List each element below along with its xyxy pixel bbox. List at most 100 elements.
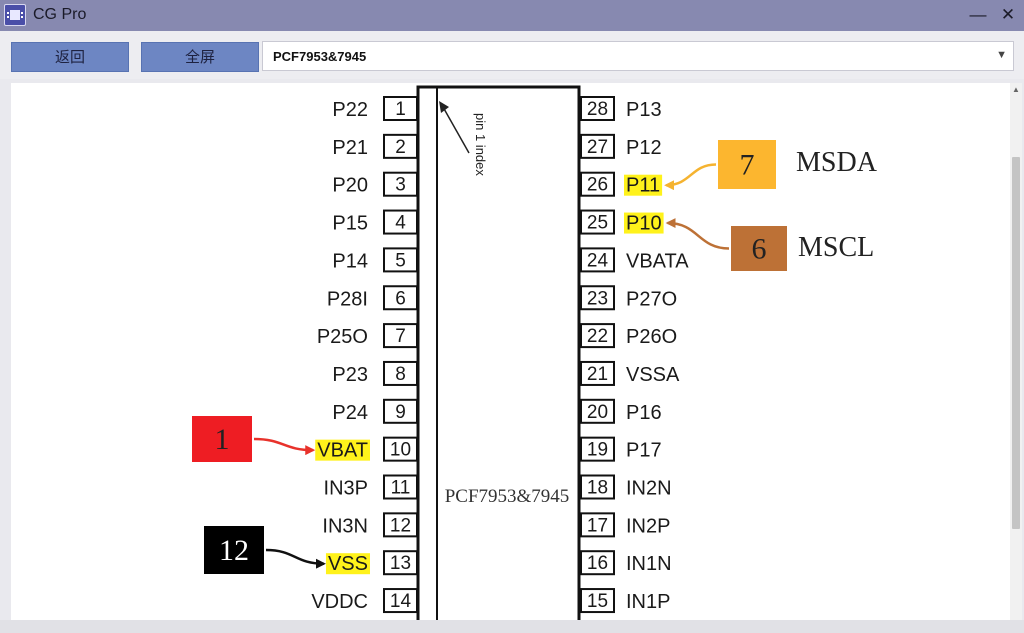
pin-label: P10 <box>626 213 662 235</box>
callout-7: 7 MSDA <box>664 140 878 191</box>
pin-number: 10 <box>390 440 411 461</box>
pin-11: 11 IN3P <box>324 474 418 500</box>
pin-label: P16 <box>626 402 662 424</box>
pin-label: IN3N <box>322 515 368 537</box>
pin-number: 2 <box>395 137 406 158</box>
pin-number: 6 <box>395 288 406 309</box>
pin-number: 4 <box>395 213 406 234</box>
pin-number: 3 <box>395 175 406 196</box>
pin-14: 14 VDDC <box>311 588 418 614</box>
pin-label: P21 <box>332 137 368 159</box>
pin-label: P15 <box>332 213 368 235</box>
pin-number: 1 <box>395 99 406 120</box>
pin-1: 1 P22 <box>332 96 418 121</box>
scrollbar-thumb[interactable] <box>1012 157 1020 529</box>
pin-number: 11 <box>391 478 411 499</box>
pin-number: 22 <box>587 326 608 347</box>
chip-model-value: PCF7953&7945 <box>273 49 367 64</box>
pin-label: P13 <box>626 99 662 121</box>
pin-number: 5 <box>395 250 406 271</box>
pin-2: 2 P21 <box>332 133 418 159</box>
pin-label: P28I <box>327 288 368 310</box>
pin1-index-note: pin 1 index <box>473 113 488 176</box>
minimize-button[interactable]: — <box>966 4 990 26</box>
pin-label: P25O <box>317 326 368 348</box>
app-chip-icon <box>4 4 26 26</box>
pin-number: 7 <box>395 326 406 347</box>
pin-label: P12 <box>626 137 662 159</box>
pin-8: 8 P23 <box>332 360 418 386</box>
pin-15: 15 IN1P <box>580 588 670 614</box>
pin-number: 18 <box>587 478 608 499</box>
pin-label: P24 <box>332 402 368 424</box>
pin-number: 16 <box>587 553 608 574</box>
pinout-diagram: PCF7953&7945 pin 1 index 1 P22 2 P21 3 P20 4 P1… <box>192 85 878 620</box>
callout-number: 7 <box>740 149 755 182</box>
callout-12: 12 <box>204 526 326 574</box>
pin-12: 12 IN3N <box>322 512 418 538</box>
pin-number: 28 <box>587 99 608 120</box>
pin-label: VBAT <box>317 440 368 462</box>
pin-18: 18 IN2N <box>580 474 672 500</box>
callout-arrow <box>265 548 326 569</box>
pin-number: 21 <box>587 364 608 385</box>
pin-number: 15 <box>587 591 608 612</box>
pin-10: 10 VBAT <box>315 436 418 462</box>
pin-label: P20 <box>332 175 368 197</box>
chip-name-label: PCF7953&7945 <box>445 486 570 507</box>
callout-number: 1 <box>215 423 230 456</box>
pin-23: 23 P27O <box>580 285 677 311</box>
pin-label: P27O <box>626 288 677 310</box>
pin-label: P14 <box>332 250 368 272</box>
pin-label: IN1P <box>626 591 670 613</box>
fullscreen-button[interactable]: 全屏 <box>141 42 259 72</box>
pin-label: P26O <box>626 326 677 348</box>
scroll-up-icon[interactable]: ▲ <box>1010 83 1022 97</box>
pin-number: 20 <box>587 402 608 423</box>
pin-number: 12 <box>390 515 411 536</box>
pin-5: 5 P14 <box>332 247 418 273</box>
pin-number: 19 <box>587 440 608 461</box>
pin-28: 28 P13 <box>580 96 662 121</box>
vertical-scrollbar[interactable]: ▲ <box>1010 83 1022 620</box>
pin-number: 13 <box>390 553 411 574</box>
pin-label: P23 <box>332 364 368 386</box>
pin-number: 8 <box>395 364 406 385</box>
toolbar: 返回 全屏 PCF7953&7945 ▼ <box>0 31 1024 79</box>
pin-number: 26 <box>587 175 608 196</box>
pin-27: 27 P12 <box>580 133 662 159</box>
callout-caption: MSDA <box>796 147 878 178</box>
title-bar: CG Pro — ✕ <box>0 0 1024 31</box>
pin-3: 3 P20 <box>332 171 418 197</box>
pinout-viewer: PCF7953&7945 pin 1 index 1 P22 2 P21 3 P20 4 P1… <box>11 83 1022 620</box>
pin-label: IN2N <box>626 478 672 500</box>
back-button[interactable]: 返回 <box>11 42 129 72</box>
callout-number: 12 <box>219 534 249 567</box>
pin-25: 25 P10 <box>580 209 664 235</box>
callout-caption: MSCL <box>798 232 874 263</box>
pin-label: VDDC <box>311 591 368 613</box>
callout-arrow <box>253 437 316 456</box>
pin-label: IN1N <box>626 553 672 575</box>
callout-arrow <box>665 218 730 250</box>
pin-16: 16 IN1N <box>580 550 672 576</box>
pin-26: 26 P11 <box>580 171 663 197</box>
chip-model-select[interactable]: PCF7953&7945 ▼ <box>262 41 1014 71</box>
close-button[interactable]: ✕ <box>996 4 1020 26</box>
pin-6: 6 P28I <box>327 285 418 311</box>
pin-number: 14 <box>390 591 412 612</box>
callout-number: 6 <box>752 233 767 266</box>
right-pin-column: 28 P1327 P1226 P1125 P1024 VBATA23 P27O22 P26O2… <box>580 96 689 614</box>
pin-number: 25 <box>587 213 608 234</box>
callout-arrow <box>664 163 717 191</box>
pin-22: 22 P26O <box>580 323 677 349</box>
pin-21: 21 VSSA <box>580 360 680 386</box>
pin-label: IN3P <box>324 478 368 500</box>
chip-body <box>416 85 581 620</box>
pin-label: P22 <box>332 99 368 121</box>
pin-19: 19 P17 <box>580 436 662 462</box>
chevron-down-icon[interactable]: ▼ <box>996 49 1007 61</box>
pin-number: 23 <box>587 288 608 309</box>
pin-number: 9 <box>395 402 406 423</box>
pin-20: 20 P16 <box>580 398 662 424</box>
